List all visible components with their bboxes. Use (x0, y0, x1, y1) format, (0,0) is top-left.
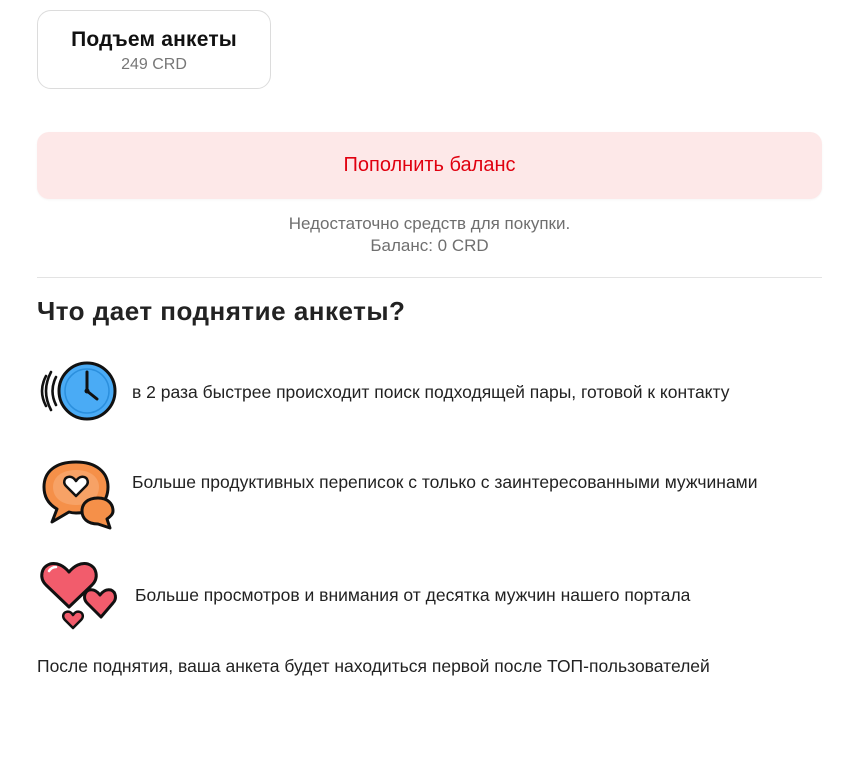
product-price: 249 CRD (121, 56, 187, 73)
divider (37, 277, 822, 278)
benefit-text-2: Больше продуктивных переписок с только с… (132, 472, 758, 492)
clock-icon (37, 358, 119, 429)
product-card-profile-boost[interactable]: Подъем анкеты 249 CRD (37, 10, 271, 89)
section-title: Что дает поднятие анкеты? (37, 296, 406, 326)
insufficient-funds-text: Недостаточно средств для покупки. (288, 214, 571, 233)
footnote-text: После поднятия, ваша анкета будет находи… (37, 656, 710, 676)
product-title: Подъем анкеты (71, 28, 237, 51)
chat-heart-icon (40, 458, 116, 535)
benefit-text-3: Больше просмотров и внимания от десятка … (135, 585, 691, 605)
benefit-text-1: в 2 раза быстрее происходит поиск подход… (132, 382, 730, 402)
topup-balance-button[interactable]: Пополнить баланс (37, 132, 822, 199)
hearts-icon (38, 557, 120, 636)
balance-text: Баланс: 0 CRD (370, 236, 489, 255)
